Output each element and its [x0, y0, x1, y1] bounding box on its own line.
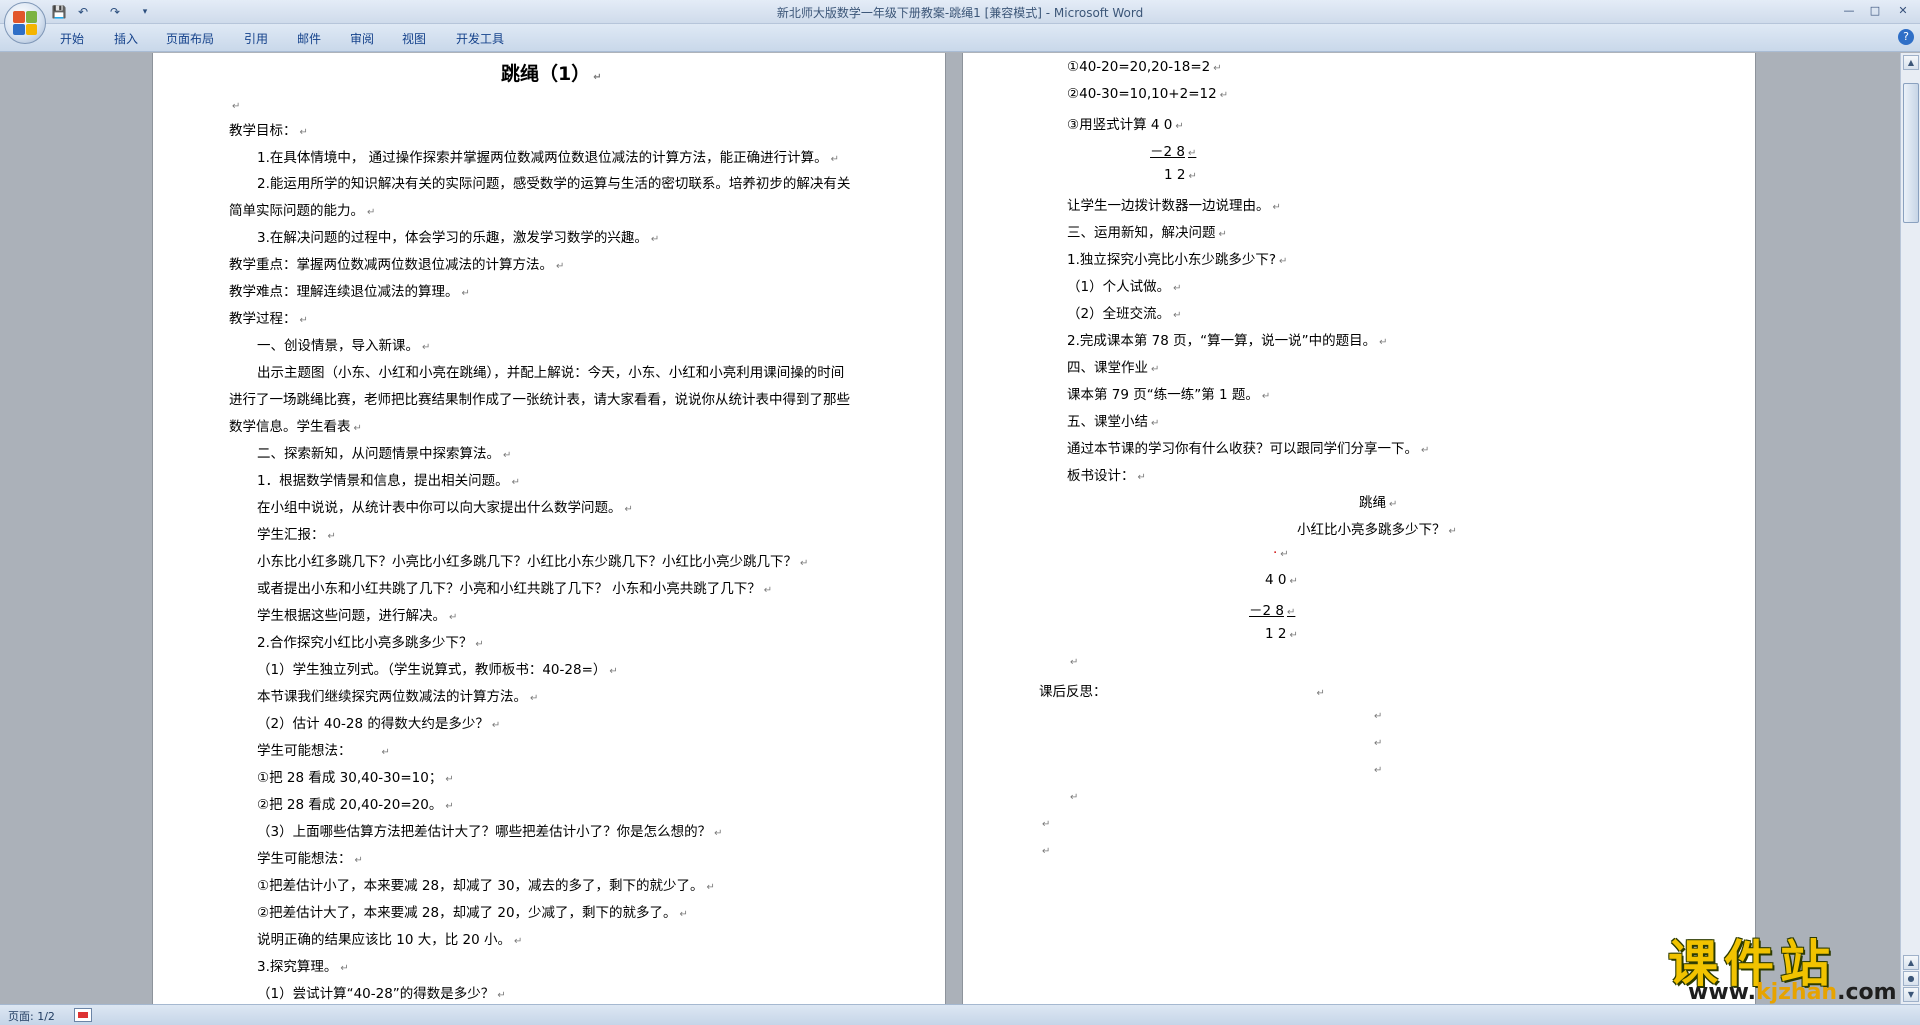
paragraph-line: 3.探究算理。 ↵ [257, 959, 349, 975]
paragraph-line: ↵ [1070, 792, 1079, 803]
window-title: 新北师大版数学一年级下册教案-跳绳1 [兼容模式] - Microsoft Wo… [776, 6, 1144, 20]
paragraph-line: 教学过程： ↵ [229, 311, 308, 327]
paragraph-line: 或者提出小东和小红共跳了几下？小亮和小红共跳了几下？ 小东和小亮共跳了几下？ ↵ [257, 581, 773, 597]
paragraph-line: （1）学生独立列式。（学生说算式，教师板书：40-28=） ↵ [257, 662, 618, 678]
paragraph-line: 进行了一场跳绳比赛，老师把比赛结果制作成了一张统计表，请大家看看，说说你从统计表… [229, 392, 850, 408]
close-button[interactable]: ✕ [1892, 2, 1914, 20]
paragraph-line: 本节课我们继续探究两位数减法的计算方法。 ↵ [257, 689, 539, 705]
paragraph-line: ②40-30=10,10+2=12 ↵ [1067, 86, 1229, 102]
vertical-scrollbar[interactable]: ▲ ▲ ● ▼ [1900, 53, 1920, 1004]
paragraph-line: ②把差估计大了，本来要减 28，却减了 20，少减了，剩下的就多了。 ↵ [257, 905, 688, 921]
paragraph-line: ①把 28 看成 30,40-30=10； ↵ [257, 770, 454, 786]
watermark-url: www.kjzhan.com [1688, 980, 1897, 1005]
title-bar: 💾 ↶ ↷ ▾ 新北师大版数学一年级下册教案-跳绳1 [兼容模式] - Micr… [0, 0, 1920, 24]
paragraph-line: 四、课堂作业 ↵ [1067, 360, 1160, 376]
help-icon[interactable]: ? [1898, 29, 1914, 45]
document-page-1[interactable]: 跳绳（1） ↵ ↵ 教学目标： ↵ 1.在具体情境中， 通过操作探索并掌握两位数减两… [152, 53, 946, 1004]
paragraph-line: 2.完成课本第 78 页，“算一算，说一说”中的题目。 ↵ [1067, 333, 1388, 349]
paragraph-line: ↵ [1042, 819, 1051, 830]
paragraph-line: 出示主题图（小东、小红和小亮在跳绳），并配上解说：今天，小东、小红和小亮利用课间… [257, 365, 845, 381]
office-logo-icon [13, 11, 37, 35]
paragraph-line: 学生根据这些问题，进行解决。 ↵ [257, 608, 458, 624]
previous-page-icon[interactable]: ▲ [1903, 955, 1919, 970]
paragraph-line: 1．根据数学情景和信息，提出相关问题。 ↵ [257, 473, 520, 489]
tab-view[interactable]: 视图 [402, 30, 426, 47]
paragraph-line: 一、创设情景，导入新课。 ↵ [257, 338, 431, 354]
paragraph-line: 1.独立探究小亮比小东少跳多少下? ↵ [1067, 252, 1288, 268]
paragraph-line: 教学重点：掌握两位数减两位数退位减法的计算方法。 ↵ [229, 257, 565, 273]
paragraph-line: 1 2 ↵ [1265, 626, 1298, 642]
tab-review[interactable]: 审阅 [350, 30, 374, 47]
paragraph-line: 1.在具体情境中， 通过操作探索并掌握两位数减两位数退位减法的计算方法，能正确进… [257, 150, 840, 166]
document-title: 跳绳（1） ↵ [501, 63, 602, 85]
paragraph-line: ①40-20=20,20-18=2 ↵ [1067, 59, 1222, 75]
paragraph-line: －2 8 ↵ [1150, 144, 1197, 160]
proofing-icon[interactable] [74, 1008, 92, 1022]
document-page-2[interactable]: ①40-20=20,20-18=2 ↵ ②40-30=10,10+2=12 ↵ ③用… [962, 53, 1756, 1004]
scroll-thumb[interactable] [1903, 83, 1919, 223]
maximize-button[interactable]: □ [1864, 2, 1886, 20]
scroll-up-icon[interactable]: ▲ [1903, 55, 1919, 70]
paragraph-line: 小东比小红多跳几下？小亮比小红多跳几下？小红比小东少跳几下？小红比小亮少跳几下？… [257, 554, 809, 570]
status-bar: 页面: 1/2 [0, 1004, 1920, 1025]
site-watermark: 课件站 www.kjzhan.com [1668, 924, 1904, 1006]
office-button[interactable] [4, 2, 46, 44]
paragraph-line: 简单实际问题的能力。 ↵ [229, 203, 376, 219]
paragraph-line: 3.在解决问题的过程中，体会学习的乐趣，激发学习数学的兴趣。 ↵ [257, 230, 660, 246]
tab-page-layout[interactable]: 页面布局 [166, 30, 214, 47]
paragraph-line: （2）全班交流。 ↵ [1067, 306, 1182, 322]
paragraph-line: 数学信息。学生看表 ↵ [229, 419, 362, 435]
paragraph-line: 教学难点：理解连续退位减法的算理。 ↵ [229, 284, 470, 300]
paragraph-line: ↵ [1374, 765, 1383, 776]
paragraph-line: 五、课堂小结 ↵ [1067, 414, 1160, 430]
paragraph-line: ③用竖式计算 4 0 ↵ [1067, 117, 1184, 133]
paragraph-line: 课本第 79 页“练一练”第 1 题。 ↵ [1067, 387, 1271, 403]
paragraph-line: 板书设计： ↵ [1067, 468, 1146, 484]
paragraph-line: 2.能运用所学的知识解决有关的实际问题，感受数学的运算与生活的密切联系。培养初步… [257, 176, 851, 192]
paragraph-line: 2.合作探究小红比小亮多跳多少下？ ↵ [257, 635, 484, 651]
paragraph-line: 让学生一边拨计数器一边说理由。 ↵ [1067, 198, 1281, 214]
paragraph-line: ↵ [1374, 711, 1383, 722]
paragraph-line: （3）上面哪些估算方法把差估计大了？哪些把差估计小了？你是怎么想的？ ↵ [257, 824, 723, 840]
page-count-status[interactable]: 页面: 1/2 [8, 1008, 55, 1024]
tab-home[interactable]: 开始 [60, 30, 84, 47]
document-area: 跳绳（1） ↵ ↵ 教学目标： ↵ 1.在具体情境中， 通过操作探索并掌握两位数减两… [0, 53, 1900, 1004]
paragraph-line: 通过本节课的学习你有什么收获？可以跟同学们分享一下。 ↵ [1067, 441, 1430, 457]
tab-references[interactable]: 引用 [244, 30, 268, 47]
paragraph-line: 二、探索新知，从问题情景中探索算法。 ↵ [257, 446, 512, 462]
minimize-button[interactable]: — [1838, 2, 1860, 20]
paragraph-line: （1）尝试计算“40-28”的得数是多少？ ↵ [257, 986, 506, 1002]
paragraph-line: · ↵ [1273, 545, 1289, 561]
paragraph-line: 课后反思： ↵ [1039, 684, 1325, 700]
paragraph-line: 学生可能想法： ↵ [257, 743, 390, 759]
paragraph-line: ↵ [1374, 738, 1383, 749]
paragraph-line: 说明正确的结果应该比 10 大，比 20 小。 ↵ [257, 932, 523, 948]
paragraph-line: （1）个人试做。 ↵ [1067, 279, 1182, 295]
select-browse-object-icon[interactable]: ● [1903, 971, 1919, 986]
paragraph-line: 学生汇报： ↵ [257, 527, 336, 543]
next-page-icon[interactable]: ▼ [1903, 987, 1919, 1002]
tab-insert[interactable]: 插入 [114, 30, 138, 47]
paragraph-line: 1 2 ↵ [1164, 167, 1197, 183]
paragraph-line: （2）估计 40-28 的得数大约是多少？ ↵ [257, 716, 501, 732]
paragraph-line: 在小组中说说，从统计表中你可以向大家提出什么数学问题。 ↵ [257, 500, 633, 516]
paragraph-line: ↵ [1042, 846, 1051, 857]
paragraph-line: ↵ [232, 101, 241, 112]
ribbon-tab-bar: 开始 插入 页面布局 引用 邮件 审阅 视图 开发工具 ? [0, 24, 1920, 52]
paragraph-line: ①把差估计小了，本来要减 28，却减了 30，减去的多了，剩下的就少了。 ↵ [257, 878, 715, 894]
paragraph-line: ↵ [1070, 657, 1079, 668]
paragraph-line: 小红比小亮多跳多少下？ ↵ [1297, 522, 1457, 538]
tab-developer[interactable]: 开发工具 [456, 30, 504, 47]
paragraph-line: 学生可能想法： ↵ [257, 851, 363, 867]
tab-mailings[interactable]: 邮件 [297, 30, 321, 47]
paragraph-line: 跳绳 ↵ [1359, 495, 1398, 511]
paragraph-line: ②把 28 看成 20,40-20=20。 ↵ [257, 797, 454, 813]
paragraph-line: 三、运用新知，解决问题 ↵ [1067, 225, 1227, 241]
paragraph-line: 4 0 ↵ [1265, 572, 1298, 588]
paragraph-line: 教学目标： ↵ [229, 123, 308, 139]
paragraph-line: －2 8 ↵ [1249, 603, 1296, 619]
